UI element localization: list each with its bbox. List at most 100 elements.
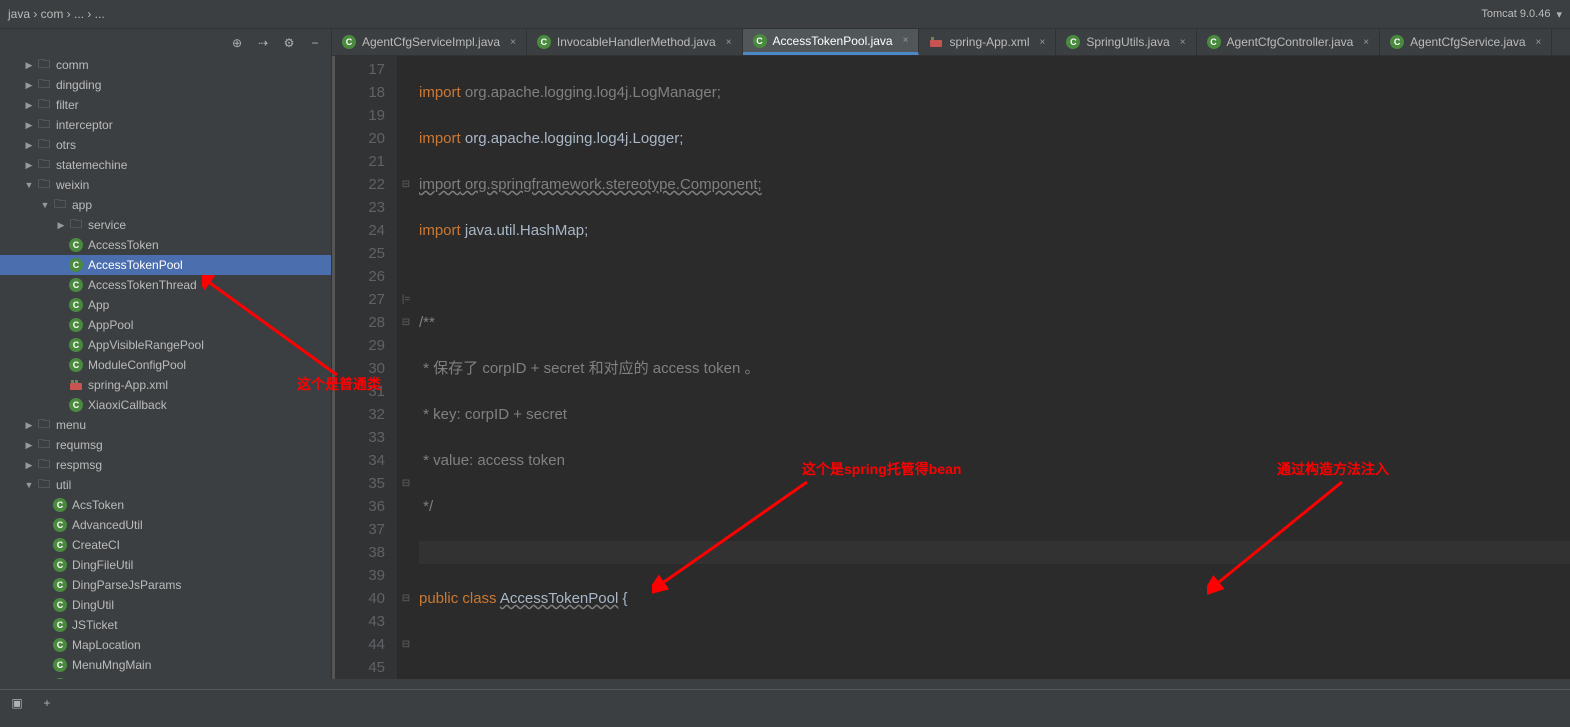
fold-marker[interactable]: ⊟ bbox=[397, 633, 415, 656]
tree-item-dingparsejsparams[interactable]: CDingParseJsParams bbox=[0, 575, 331, 595]
fold-marker[interactable] bbox=[397, 403, 415, 426]
fold-marker[interactable] bbox=[397, 518, 415, 541]
tree-item-xiaoxicallback[interactable]: C XiaoxiCallback bbox=[0, 395, 331, 415]
close-icon[interactable]: × bbox=[726, 37, 732, 48]
tab-agentcfgserviceimpl-java[interactable]: CAgentCfgServiceImpl.java× bbox=[332, 29, 527, 55]
fold-marker[interactable]: ⊟ bbox=[397, 311, 415, 334]
tree-item-accesstoken[interactable]: CAccessToken bbox=[0, 235, 331, 255]
tree-label: MenuMngMain bbox=[72, 658, 151, 672]
code-editor[interactable]: 1718192021222324252627282930313233343536… bbox=[332, 56, 1570, 679]
fold-marker[interactable]: ⊟ bbox=[397, 173, 415, 196]
tree-item-menumngmain[interactable]: CMenuMngMain bbox=[0, 655, 331, 675]
tree-label: XiaoxiCallback bbox=[88, 398, 167, 412]
tab-spring-app-xml[interactable]: spring-App.xml× bbox=[919, 29, 1056, 55]
tree-item-createci[interactable]: CCreateCI bbox=[0, 535, 331, 555]
tree-item-app[interactable]: ▼🗀app bbox=[0, 195, 331, 215]
tab-accesstokenpool-java[interactable]: CAccessTokenPool.java× bbox=[743, 29, 920, 55]
tree-item-requmsg[interactable]: ▶🗀requmsg bbox=[0, 435, 331, 455]
tree-item-app[interactable]: CApp bbox=[0, 295, 331, 315]
fold-marker[interactable] bbox=[397, 380, 415, 403]
close-icon[interactable]: × bbox=[1536, 37, 1542, 48]
locate-icon[interactable]: ⊕ bbox=[229, 35, 245, 51]
tree-item-maplocation[interactable]: CMapLocation bbox=[0, 635, 331, 655]
fold-marker[interactable] bbox=[397, 58, 415, 81]
collapse-icon[interactable]: ⇢ bbox=[255, 35, 271, 51]
class-icon: C bbox=[68, 297, 84, 313]
tree-item-weixin[interactable]: ▼🗀weixin bbox=[0, 175, 331, 195]
tab-agentcfgcontroller-java[interactable]: CAgentCfgController.java× bbox=[1197, 29, 1381, 55]
tab-agentcfgservice-java[interactable]: CAgentCfgService.java× bbox=[1380, 29, 1552, 55]
tree-item-interceptor[interactable]: ▶🗀interceptor bbox=[0, 115, 331, 135]
run-config-label[interactable]: Tomcat 9.0.46 bbox=[1481, 8, 1550, 20]
fold-marker[interactable] bbox=[397, 449, 415, 472]
tree-item-filter[interactable]: ▶🗀filter bbox=[0, 95, 331, 115]
close-icon[interactable]: × bbox=[510, 37, 516, 48]
fold-marker[interactable] bbox=[397, 81, 415, 104]
fold-marker[interactable] bbox=[397, 219, 415, 242]
project-tree[interactable]: ⊕ ⇢ ⚙ − ▶🗀comm▶🗀dingding▶🗀filter▶🗀interc… bbox=[0, 29, 332, 679]
class-icon: C bbox=[52, 677, 68, 679]
tree-item-accesstokenpool[interactable]: CAccessTokenPool bbox=[0, 255, 331, 275]
tree-item-apppool[interactable]: CAppPool bbox=[0, 315, 331, 335]
close-icon[interactable]: × bbox=[903, 35, 909, 46]
tree-item-moduleconfigpool[interactable]: CModuleConfigPool bbox=[0, 355, 331, 375]
fold-marker[interactable] bbox=[397, 656, 415, 679]
tree-item-comm[interactable]: ▶🗀comm bbox=[0, 55, 331, 75]
close-icon[interactable]: × bbox=[1363, 37, 1369, 48]
class-icon: C bbox=[52, 497, 68, 513]
fold-marker[interactable] bbox=[397, 495, 415, 518]
close-icon[interactable]: × bbox=[1039, 37, 1045, 48]
hide-icon[interactable]: − bbox=[307, 35, 323, 51]
tree-item-statemechine[interactable]: ▶🗀statemechine bbox=[0, 155, 331, 175]
run-dropdown-icon[interactable]: ▾ bbox=[1556, 8, 1562, 21]
fold-marker[interactable] bbox=[397, 610, 415, 633]
fold-marker[interactable]: ⊟ bbox=[397, 587, 415, 610]
tree-label: requmsg bbox=[56, 438, 103, 452]
fold-marker[interactable] bbox=[397, 150, 415, 173]
tree-item-menumngmain-local[interactable]: CMenuMngMain_local bbox=[0, 675, 331, 679]
tree-item-menu[interactable]: ▶🗀menu bbox=[0, 415, 331, 435]
fold-marker[interactable] bbox=[397, 334, 415, 357]
tree-item-accesstokenthread[interactable]: CAccessTokenThread bbox=[0, 275, 331, 295]
terminal-icon[interactable]: ▣ bbox=[8, 694, 26, 712]
tree-arrow-icon: ▶ bbox=[24, 140, 34, 151]
horizontal-scroll[interactable] bbox=[0, 679, 1570, 689]
tree-label: AppPool bbox=[88, 318, 133, 332]
fold-marker[interactable] bbox=[397, 564, 415, 587]
tree-item-service[interactable]: ▶🗀service bbox=[0, 215, 331, 235]
tab-invocablehandlermethod-java[interactable]: CInvocableHandlerMethod.java× bbox=[527, 29, 743, 55]
tree-item-appvisiblerangepool[interactable]: CAppVisibleRangePool bbox=[0, 335, 331, 355]
tree-item-respmsg[interactable]: ▶🗀respmsg bbox=[0, 455, 331, 475]
fold-marker[interactable] bbox=[397, 541, 415, 564]
tree-item-util[interactable]: ▼🗀util bbox=[0, 475, 331, 495]
fold-marker[interactable]: |= bbox=[397, 288, 415, 311]
tree-item-otrs[interactable]: ▶🗀otrs bbox=[0, 135, 331, 155]
fold-marker[interactable] bbox=[397, 242, 415, 265]
fold-marker[interactable] bbox=[397, 196, 415, 219]
tree-item-dingding[interactable]: ▶🗀dingding bbox=[0, 75, 331, 95]
line-number: 28 bbox=[335, 311, 385, 334]
tree-item-spring-app-xml[interactable]: spring-App.xml bbox=[0, 375, 331, 395]
tree-label: AdvancedUtil bbox=[72, 518, 143, 532]
fold-marker[interactable] bbox=[397, 104, 415, 127]
add-icon[interactable]: + bbox=[38, 694, 56, 712]
fold-marker[interactable] bbox=[397, 426, 415, 449]
tree-item-acstoken[interactable]: CAcsToken bbox=[0, 495, 331, 515]
fold-marker[interactable] bbox=[397, 127, 415, 150]
line-number: 34 bbox=[335, 449, 385, 472]
code-area[interactable]: import org.apache.logging.log4j.LogManag… bbox=[415, 56, 1570, 679]
tree-arrow-icon: ▶ bbox=[24, 60, 34, 71]
line-number: 32 bbox=[335, 403, 385, 426]
tree-item-dingfileutil[interactable]: CDingFileUtil bbox=[0, 555, 331, 575]
tree-item-jsticket[interactable]: CJSTicket bbox=[0, 615, 331, 635]
tree-item-advancedutil[interactable]: CAdvancedUtil bbox=[0, 515, 331, 535]
fold-marker[interactable] bbox=[397, 265, 415, 288]
tree-arrow-icon: ▶ bbox=[24, 440, 34, 451]
tree-item-dingutil[interactable]: CDingUtil bbox=[0, 595, 331, 615]
gear-icon[interactable]: ⚙ bbox=[281, 35, 297, 51]
tab-springutils-java[interactable]: CSpringUtils.java× bbox=[1056, 29, 1196, 55]
fold-marker[interactable]: ⊟ bbox=[397, 472, 415, 495]
fold-marker[interactable] bbox=[397, 357, 415, 380]
close-icon[interactable]: × bbox=[1180, 37, 1186, 48]
class-icon: C bbox=[68, 397, 84, 413]
